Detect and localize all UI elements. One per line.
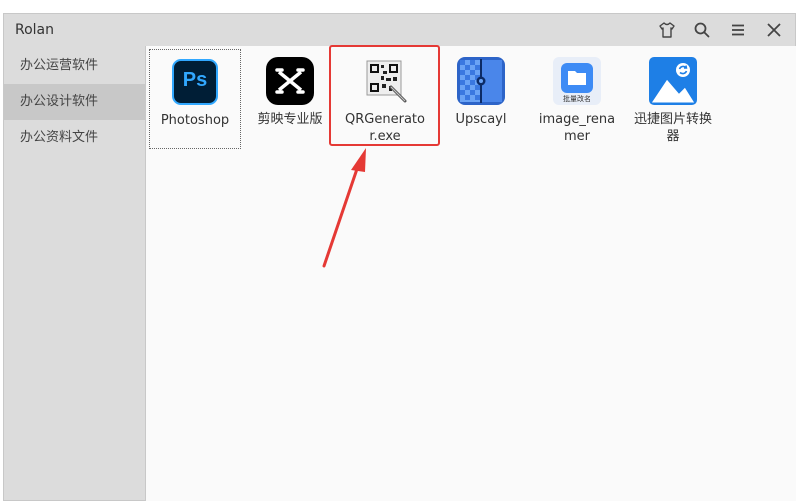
annotation-arrow-icon (322, 148, 366, 268)
